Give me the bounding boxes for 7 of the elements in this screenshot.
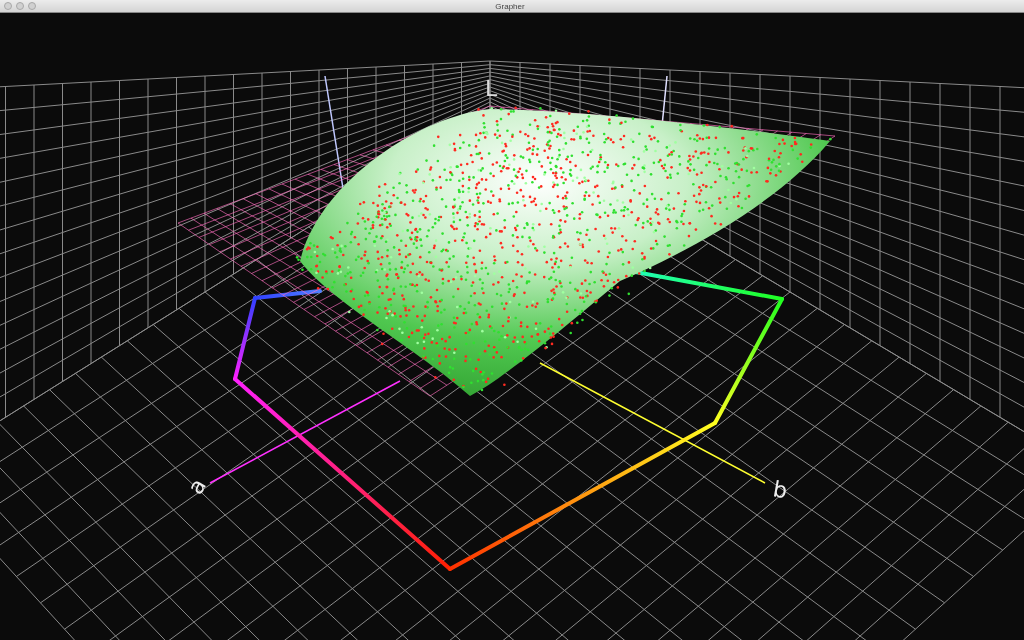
axis-label: L [485, 76, 498, 101]
minimize-button[interactable] [16, 2, 24, 10]
close-button[interactable] [4, 2, 12, 10]
axis-label: a [182, 474, 212, 499]
zoom-button[interactable] [28, 2, 36, 10]
axis-label: b [771, 476, 790, 504]
window-title: Grapher [495, 0, 526, 12]
